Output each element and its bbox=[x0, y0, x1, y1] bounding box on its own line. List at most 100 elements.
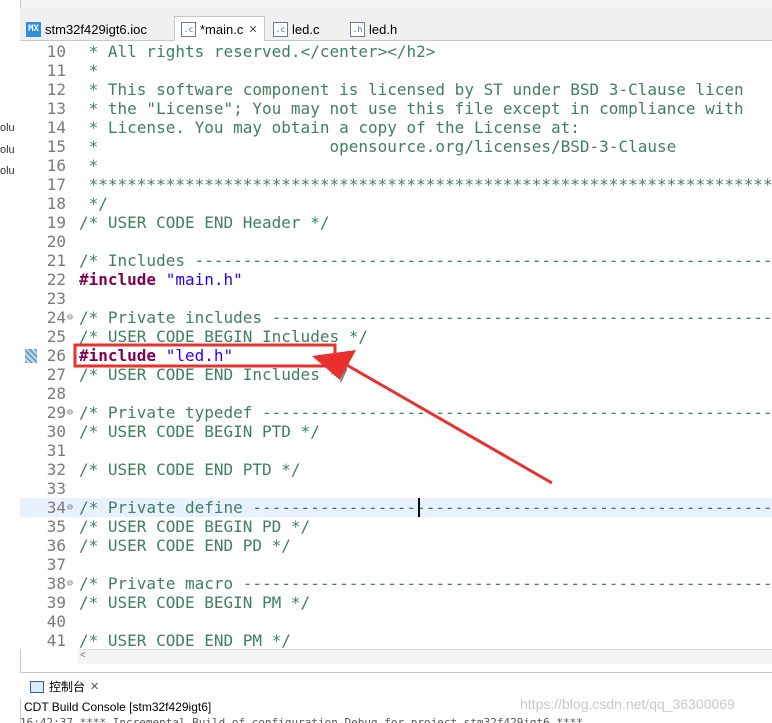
line-number: 29 bbox=[46, 403, 66, 422]
code-text: ****************************************… bbox=[79, 175, 772, 194]
project-item-fragment[interactable]: olu bbox=[0, 165, 15, 177]
comment-token: /* USER CODE BEGIN Includes */ bbox=[79, 327, 368, 346]
code-editor[interactable]: 10 * All rights reserved.</center></h2> 1… bbox=[20, 41, 772, 649]
horizontal-scrollbar[interactable]: < bbox=[78, 649, 772, 664]
code-line[interactable]: 18 */ bbox=[20, 194, 772, 213]
code-text: /* Private typedef ---------------------… bbox=[79, 403, 772, 422]
code-line[interactable]: 22 #include "main.h" bbox=[20, 270, 772, 289]
close-icon[interactable]: ✕ bbox=[90, 680, 99, 693]
tab-label: led.h bbox=[369, 21, 398, 37]
code-line[interactable]: 14 * License. You may obtain a copy of t… bbox=[20, 118, 772, 137]
comment-token: /* Private define ----------------------… bbox=[79, 498, 772, 517]
code-line[interactable]: 32 /* USER CODE END PTD */ bbox=[20, 460, 772, 479]
text-cursor bbox=[418, 498, 420, 517]
line-number: 16 bbox=[46, 156, 66, 175]
code-line[interactable]: 37 bbox=[20, 555, 772, 574]
code-line[interactable]: 11 * bbox=[20, 61, 772, 80]
console-tab-label: 控制台 bbox=[49, 680, 86, 694]
code-text: * bbox=[79, 61, 99, 80]
tab-led-c[interactable]: .c led.c bbox=[273, 18, 319, 40]
close-icon[interactable]: ✕ bbox=[248, 23, 257, 36]
line-number: 23 bbox=[46, 289, 66, 308]
code-line[interactable]: 12 * This software component is licensed… bbox=[20, 80, 772, 99]
line-number: 40 bbox=[46, 612, 66, 631]
code-text: /* Private includes --------------------… bbox=[79, 308, 772, 327]
code-line[interactable]: 15 * opensource.org/licenses/BSD-3-Claus… bbox=[20, 137, 772, 156]
console-icon bbox=[30, 680, 44, 693]
fold-icon[interactable]: ⊖ bbox=[67, 308, 75, 327]
comment-token: /* Private typedef ---------------------… bbox=[79, 403, 772, 422]
code-line[interactable]: 33 bbox=[20, 479, 772, 498]
line-number: 22 bbox=[46, 270, 66, 289]
project-item-fragment[interactable]: olu bbox=[0, 122, 15, 134]
code-text: /* USER CODE BEGIN PM */ bbox=[79, 593, 310, 612]
code-text: * This software component is licensed by… bbox=[79, 80, 744, 99]
tab-label: led.c bbox=[292, 21, 320, 37]
tab-ioc[interactable]: MX stm32f429igt6.ioc bbox=[26, 18, 147, 40]
line-number: 11 bbox=[46, 61, 66, 80]
line-number: 17 bbox=[46, 175, 66, 194]
tab-console[interactable]: 控制台 ✕ bbox=[30, 678, 99, 695]
line-number: 18 bbox=[46, 194, 66, 213]
code-line[interactable]: 41 /* USER CODE END PM */ bbox=[20, 631, 772, 649]
code-line[interactable]: 23 bbox=[20, 289, 772, 308]
tab-led-h[interactable]: .h led.h bbox=[350, 18, 397, 40]
code-line[interactable]: 25 /* USER CODE BEGIN Includes */ bbox=[20, 327, 772, 346]
line-number: 13 bbox=[46, 99, 66, 118]
tab-main-c[interactable]: .c *main.c ✕ bbox=[174, 16, 265, 42]
line-number: 27 bbox=[46, 365, 66, 384]
line-number: 38 bbox=[46, 574, 66, 593]
code-line[interactable]: 10 * All rights reserved.</center></h2> bbox=[20, 42, 772, 61]
code-line[interactable]: 38 ⊖/* Private macro --------------------… bbox=[20, 574, 772, 593]
code-line[interactable]: 36 /* USER CODE END PD */ bbox=[20, 536, 772, 555]
code-line[interactable]: 31 bbox=[20, 441, 772, 460]
code-line[interactable]: 20 bbox=[20, 232, 772, 251]
line-number: 37 bbox=[46, 555, 66, 574]
comment-token: /* USER CODE END PM */ bbox=[79, 631, 291, 649]
line-number: 12 bbox=[46, 80, 66, 99]
fold-icon[interactable]: ⊖ bbox=[67, 574, 75, 593]
project-item-fragment[interactable]: olu bbox=[0, 144, 15, 156]
fold-icon[interactable]: ⊖ bbox=[67, 498, 75, 517]
code-line[interactable]: 39 /* USER CODE BEGIN PM */ bbox=[20, 593, 772, 612]
comment-token: /* USER CODE END PTD */ bbox=[79, 460, 301, 479]
project-explorer-panel[interactable]: olu olu olu bbox=[0, 0, 21, 723]
code-line[interactable]: 27 /* USER CODE END Includes */ bbox=[20, 365, 772, 384]
comment-token: * License. You may obtain a copy of the … bbox=[79, 118, 580, 137]
fold-icon[interactable]: ⊖ bbox=[67, 403, 75, 422]
comment-token: * bbox=[79, 156, 99, 175]
comment-token: /* USER CODE BEGIN PM */ bbox=[79, 593, 311, 612]
code-text: * All rights reserved.</center></h2> bbox=[79, 42, 436, 61]
code-text: /* USER CODE END PM */ bbox=[79, 631, 291, 649]
code-line[interactable]: 40 bbox=[20, 612, 772, 631]
code-line[interactable]: 19 /* USER CODE END Header */ bbox=[20, 213, 772, 232]
scroll-left-icon[interactable]: < bbox=[80, 650, 86, 661]
code-line[interactable]: 16 * bbox=[20, 156, 772, 175]
comment-token: /* USER CODE END PD */ bbox=[79, 536, 291, 555]
code-line[interactable]: 13 * the "License"; You may not use this… bbox=[20, 99, 772, 118]
code-text: /* Private define ----------------------… bbox=[79, 498, 772, 517]
comment-token: * the "License"; You may not use this fi… bbox=[79, 99, 744, 118]
comment-token: * All rights reserved.</center></h2> bbox=[79, 42, 436, 61]
line-number: 36 bbox=[46, 536, 66, 555]
code-line[interactable]: 34 ⊖/* Private define -------------------… bbox=[20, 498, 772, 517]
line-number: 19 bbox=[46, 213, 66, 232]
code-line[interactable]: 35 /* USER CODE BEGIN PD */ bbox=[20, 517, 772, 536]
code-text: * opensource.org/licenses/BSD-3-Clause bbox=[79, 137, 677, 156]
code-text: /* Private macro -----------------------… bbox=[79, 574, 772, 593]
comment-token: /* USER CODE BEGIN PD */ bbox=[79, 517, 311, 536]
code-line[interactable]: 17 *************************************… bbox=[20, 175, 772, 194]
comment-token: * opensource.org/licenses/BSD-3-Clause bbox=[79, 137, 677, 156]
code-line[interactable]: 30 /* USER CODE BEGIN PTD */ bbox=[20, 422, 772, 441]
code-line[interactable]: 26 #include "led.h" bbox=[20, 346, 772, 365]
line-number: 30 bbox=[46, 422, 66, 441]
c-file-icon: .c bbox=[181, 22, 196, 37]
code-line[interactable]: 28 bbox=[20, 384, 772, 403]
line-number: 41 bbox=[46, 631, 66, 649]
code-line[interactable]: 21 /* Includes --------------------------… bbox=[20, 251, 772, 270]
code-text: /* USER CODE END PD */ bbox=[79, 536, 291, 555]
line-number: 10 bbox=[46, 42, 66, 61]
code-line[interactable]: 24 ⊖/* Private includes -----------------… bbox=[20, 308, 772, 327]
code-line[interactable]: 29 ⊖/* Private typedef ------------------… bbox=[20, 403, 772, 422]
code-text: /* Includes ----------------------------… bbox=[79, 251, 772, 270]
